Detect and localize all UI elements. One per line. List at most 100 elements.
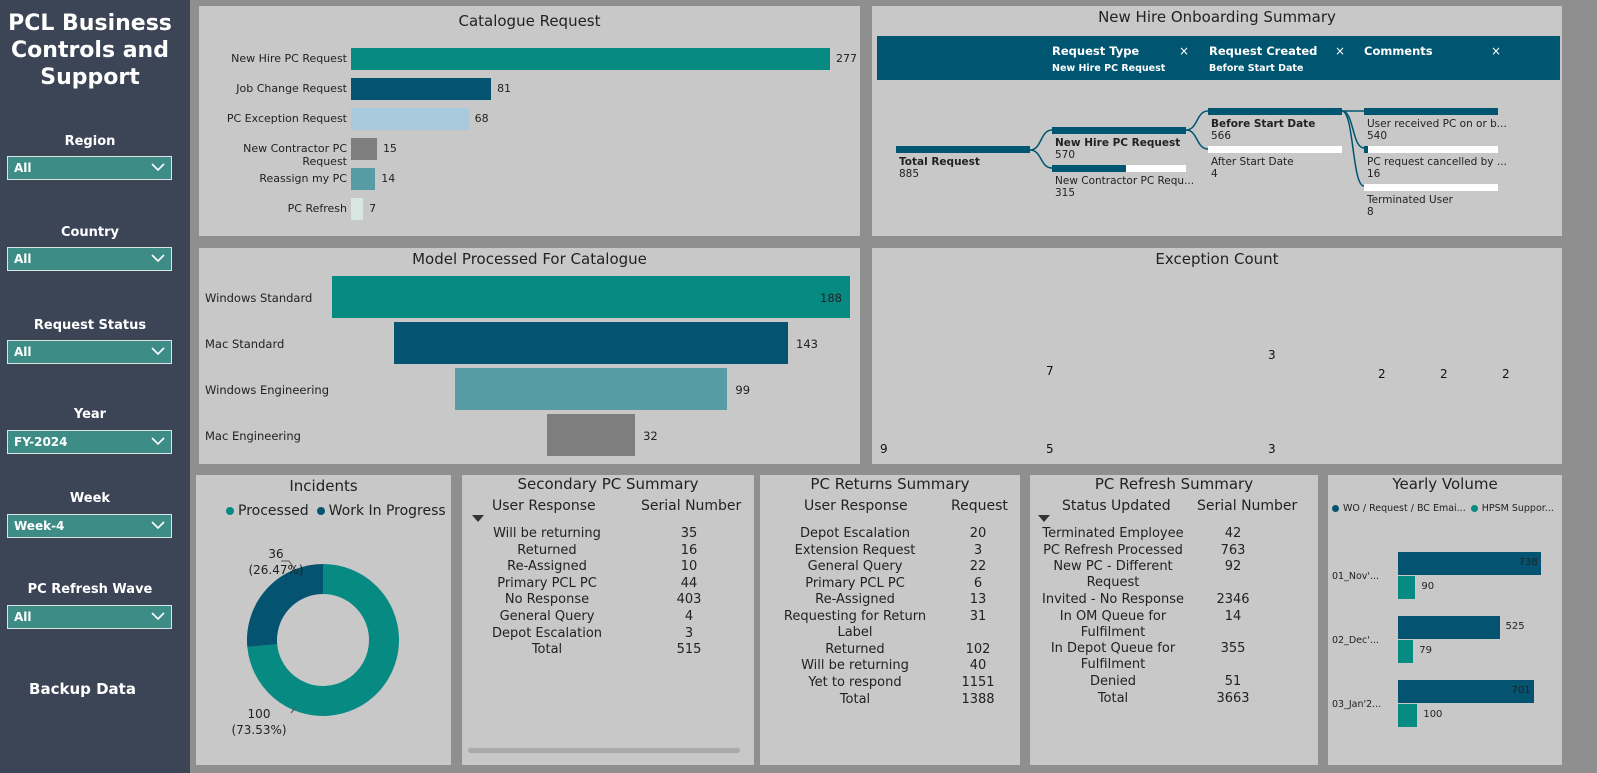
treemap-cell[interactable] [1468, 384, 1560, 422]
treemap-cell[interactable] [1374, 384, 1468, 422]
bar[interactable] [351, 138, 377, 160]
total-request-node[interactable]: Total Request 885 [899, 156, 980, 180]
terminated-bar[interactable] [1364, 184, 1498, 191]
bar[interactable] [1398, 640, 1414, 663]
panel-title: Model Processed For Catalogue [412, 250, 647, 268]
table-row[interactable]: Depot Escalation 3 [462, 626, 754, 642]
year-slicer[interactable]: FY-2024 [7, 430, 172, 454]
treemap-cell[interactable]: 3 [1264, 271, 1374, 365]
bar[interactable] [1398, 704, 1418, 727]
node-name: PC request cancelled by ... [1367, 156, 1507, 168]
bar[interactable] [351, 78, 492, 100]
funnel-bar[interactable] [332, 276, 850, 318]
funnel-bar[interactable] [454, 368, 728, 410]
table-row[interactable]: Re-Assigned 10 [462, 559, 754, 575]
sort-descending-icon[interactable] [1038, 515, 1050, 523]
week-slicer[interactable]: Week-4 [7, 514, 172, 538]
table-row[interactable]: Total 3663 [1030, 691, 1318, 707]
column-header[interactable]: User Response [804, 498, 908, 514]
treemap-cell[interactable]: 5 [1042, 381, 1264, 459]
horizontal-scrollbar[interactable] [468, 748, 740, 753]
table-row[interactable]: In Depot Queue for Fulfilment 355 [1030, 641, 1318, 673]
treemap-cell[interactable]: 7 [1042, 271, 1264, 381]
contractor-node[interactable]: New Contractor PC Requ... 315 [1055, 175, 1194, 199]
bar[interactable] [1398, 616, 1500, 639]
funnel-bar[interactable] [393, 322, 788, 364]
table-row[interactable]: Extension Request 3 [760, 543, 1020, 559]
funnel-bar[interactable] [546, 414, 636, 456]
category-label: Job Change Request [236, 82, 347, 95]
sort-descending-icon[interactable] [472, 515, 484, 523]
bar[interactable] [1398, 576, 1416, 599]
row-label: Re-Assigned [815, 592, 895, 608]
treemap-cell[interactable]: 9 [876, 271, 1042, 459]
treemap-cell[interactable]: 2 [1436, 271, 1498, 384]
received-node[interactable]: User received PC on or b... 540 [1367, 118, 1507, 142]
table-row[interactable]: Invited - No Response 2346 [1030, 592, 1318, 608]
chevron-down-icon [151, 347, 165, 356]
country-slicer[interactable]: All [7, 247, 172, 271]
bar[interactable] [351, 168, 376, 190]
table-row[interactable]: PC Refresh Processed 763 [1030, 543, 1318, 559]
node-value: 566 [1211, 130, 1232, 142]
table-row[interactable]: Primary PCL PC 44 [462, 576, 754, 592]
cancelled-bar-track[interactable] [1364, 146, 1498, 153]
table-row[interactable]: Yet to respond 1151 [760, 675, 1020, 691]
node-name: New Contractor PC Requ... [1055, 175, 1195, 187]
row-label: PC Refresh Processed [1043, 542, 1183, 558]
before-start-bar[interactable] [1208, 108, 1342, 115]
region-slicer[interactable]: All [7, 156, 172, 180]
request-status-slicer-value: All [14, 345, 32, 359]
new-hire-bar[interactable] [1052, 127, 1186, 134]
row-value: 3663 [1216, 690, 1250, 706]
after-start-node[interactable]: After Start Date 4 [1211, 156, 1294, 180]
treemap-cell[interactable]: 2 [1374, 271, 1436, 384]
donut-slice[interactable] [247, 564, 324, 647]
table-row[interactable]: Depot Escalation 20 [760, 526, 1020, 542]
column-header[interactable]: User Response [492, 498, 596, 514]
table-row[interactable]: General Query 22 [760, 559, 1020, 575]
new-hire-node[interactable]: New Hire PC Request 570 [1055, 137, 1180, 161]
data-label: 525 [1505, 621, 1525, 632]
treemap-cell[interactable]: 2 [1498, 271, 1560, 384]
request-status-slicer[interactable]: All [7, 340, 172, 364]
table-row[interactable]: Total 1388 [760, 692, 1020, 708]
pc-refresh-wave-slicer[interactable]: All [7, 605, 172, 629]
bar[interactable] [351, 198, 364, 220]
row-value: 3 [973, 542, 983, 558]
column-header[interactable]: Serial Number [1197, 498, 1297, 514]
received-bar[interactable] [1364, 108, 1498, 115]
table-row[interactable]: New PC - Different Request 92 [1030, 559, 1318, 591]
before-start-node[interactable]: Before Start Date 566 [1211, 118, 1315, 142]
cancelled-node[interactable]: PC request cancelled by ... 16 [1367, 156, 1507, 180]
total-request-bar[interactable] [896, 146, 1030, 153]
table-row[interactable]: No Response 403 [462, 592, 754, 608]
table-row[interactable]: Terminated Employee 42 [1030, 526, 1318, 542]
treemap-cell[interactable]: 3 [1264, 365, 1374, 459]
bar[interactable] [351, 48, 830, 70]
table-row[interactable]: General Query 4 [462, 609, 754, 625]
table-row[interactable]: Requesting for Return Label 31 [760, 609, 1020, 641]
table-row[interactable]: Re-Assigned 13 [760, 592, 1020, 608]
column-header[interactable]: Request [951, 498, 1008, 514]
bar[interactable] [351, 108, 469, 130]
treemap-cell[interactable] [1468, 422, 1560, 459]
table-row[interactable]: Returned 16 [462, 543, 754, 559]
column-header[interactable]: Status Updated [1062, 498, 1171, 514]
table-row[interactable]: Will be returning 35 [462, 526, 754, 542]
backup-data-link[interactable]: Backup Data [0, 680, 165, 698]
terminated-node[interactable]: Terminated User 8 [1367, 194, 1453, 218]
table-row[interactable]: Will be returning 40 [760, 658, 1020, 674]
table-row[interactable]: Returned 102 [760, 642, 1020, 658]
table-row[interactable]: Total 515 [462, 642, 754, 658]
column-header[interactable]: Serial Number [641, 498, 741, 514]
catalogue-request-panel: Catalogue Request New Hire PC Request 277… [199, 6, 860, 236]
after-start-bar[interactable] [1208, 146, 1342, 153]
treemap-value: 2 [1502, 367, 1510, 381]
table-row[interactable]: Primary PCL PC 6 [760, 576, 1020, 592]
table-row[interactable]: Denied 51 [1030, 674, 1318, 690]
table-row[interactable]: In OM Queue for Fulfilment 14 [1030, 609, 1318, 641]
sidebar: PCL Business Controls and Support Region… [0, 0, 190, 773]
treemap-cell[interactable] [1374, 422, 1468, 459]
panel-title: Catalogue Request [458, 12, 601, 30]
